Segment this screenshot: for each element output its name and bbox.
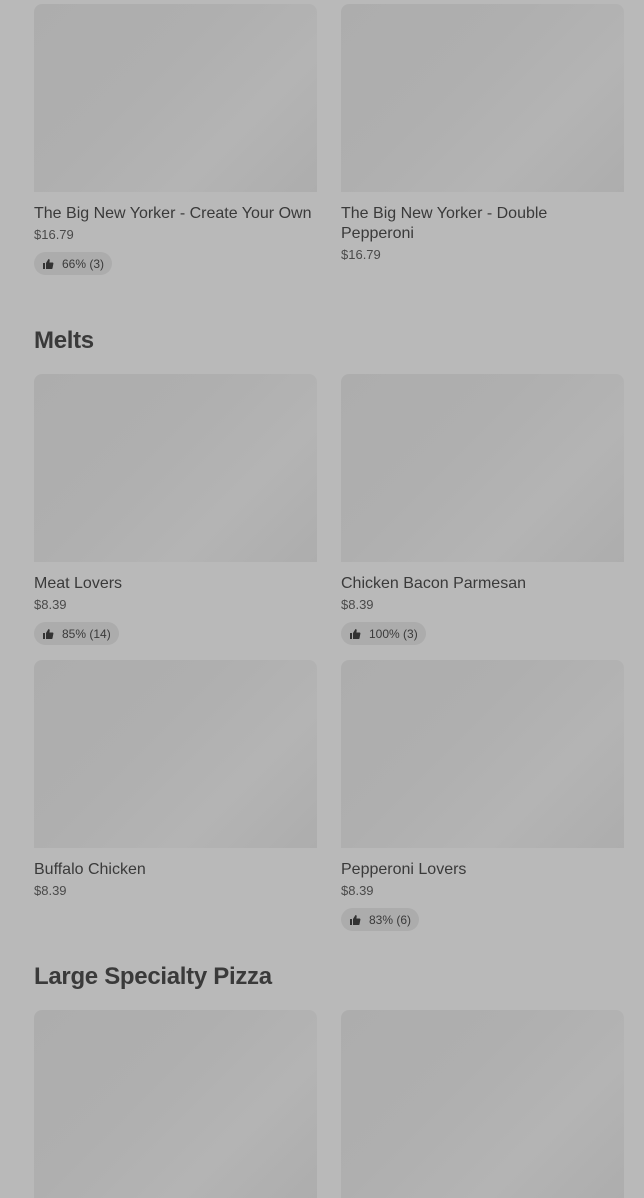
item-price: $16.79: [34, 227, 74, 242]
item-price: $16.79: [341, 247, 381, 262]
rating-text: 85% (14): [62, 626, 111, 641]
item-image-placeholder: [34, 4, 317, 192]
menu-item-card[interactable]: [34, 1010, 317, 1198]
section-title-large-specialty-pizza: Large Specialty Pizza: [34, 963, 272, 990]
item-name: The Big New Yorker - Double Pepperoni: [341, 205, 548, 242]
rating-badge: 100% (3): [341, 622, 426, 645]
item-name: The Big New Yorker - Create Your Own: [34, 205, 312, 222]
item-name: Buffalo Chicken: [34, 861, 146, 878]
menu-item-card[interactable]: Buffalo Chicken $8.39: [34, 660, 317, 899]
item-name: Chicken Bacon Parmesan: [341, 575, 526, 592]
menu-item-card[interactable]: Pepperoni Lovers $8.39 83% (6): [341, 660, 624, 931]
rating-badge: 85% (14): [34, 622, 119, 645]
item-image-placeholder: [341, 660, 624, 848]
item-name: Pepperoni Lovers: [341, 861, 467, 878]
menu-item-card[interactable]: The Big New Yorker - Create Your Own $16…: [34, 4, 317, 275]
section-title-melts: Melts: [34, 327, 94, 354]
menu-item-card[interactable]: The Big New Yorker - Double Pepperoni $1…: [341, 4, 624, 263]
item-price: $8.39: [34, 883, 67, 898]
item-price: $8.39: [34, 597, 67, 612]
item-image-placeholder: [34, 660, 317, 848]
thumbs-up-icon: [349, 628, 361, 640]
thumbs-up-icon: [349, 914, 361, 926]
rating-badge: 83% (6): [341, 908, 420, 931]
item-price: $8.39: [341, 597, 374, 612]
item-price: $8.39: [341, 883, 374, 898]
menu-item-card[interactable]: Chicken Bacon Parmesan $8.39 100% (3): [341, 374, 624, 645]
item-image-placeholder: [34, 374, 317, 562]
thumbs-up-icon: [42, 258, 54, 270]
rating-badge: 66% (3): [34, 252, 113, 275]
item-name: Meat Lovers: [34, 575, 123, 592]
item-image-placeholder: [341, 4, 624, 192]
item-image-placeholder: [34, 1010, 317, 1198]
rating-text: 100% (3): [369, 626, 418, 641]
menu-item-card[interactable]: Meat Lovers $8.39 85% (14): [34, 374, 317, 645]
item-image-placeholder: [341, 1010, 624, 1198]
menu-item-card[interactable]: [341, 1010, 624, 1198]
thumbs-up-icon: [42, 628, 54, 640]
item-image-placeholder: [341, 374, 624, 562]
rating-text: 83% (6): [369, 912, 412, 927]
rating-text: 66% (3): [62, 256, 105, 271]
